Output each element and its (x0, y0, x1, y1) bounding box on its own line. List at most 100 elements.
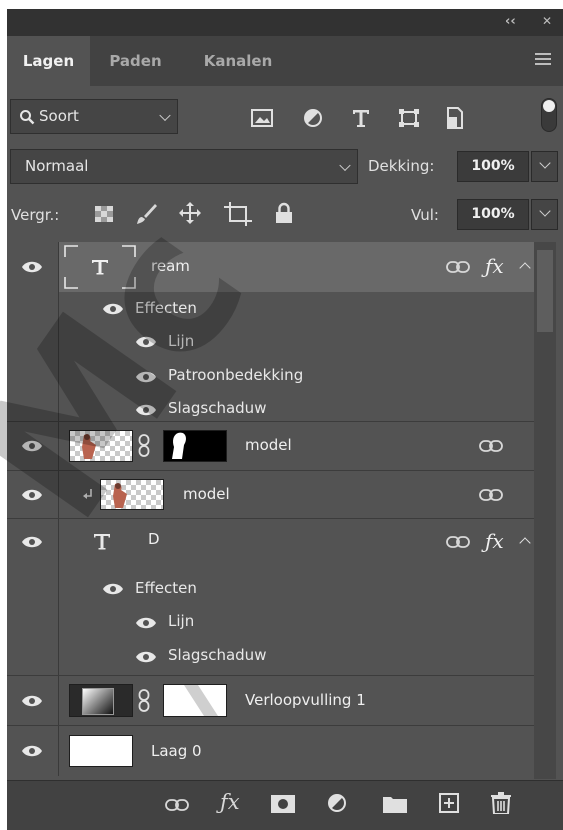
tab-kanalen[interactable]: Kanalen (181, 36, 295, 86)
visibility-toggle[interactable] (7, 726, 59, 776)
eye-icon[interactable] (135, 403, 157, 417)
new-adjustment-icon[interactable] (327, 793, 349, 815)
opacity-dropdown-button[interactable] (531, 151, 558, 182)
add-mask-icon[interactable] (271, 795, 295, 813)
mask-link-chain-icon[interactable] (138, 434, 150, 458)
clipping-mask-arrow-icon (83, 489, 92, 499)
layer-row-model-clipped[interactable]: model (7, 471, 534, 518)
fill-dropdown-button[interactable] (531, 199, 558, 230)
collapse-effects-icon[interactable] (519, 262, 531, 274)
eye-icon[interactable] (135, 616, 157, 630)
scrollbar-thumb[interactable] (537, 250, 553, 332)
effects-group-ream: Effecten Lijn Patroonbedekking Slagschad… (7, 292, 534, 421)
tab-lagen[interactable]: Lagen (7, 36, 90, 86)
layer-mask-thumbnail[interactable] (163, 684, 227, 717)
eye-icon[interactable] (21, 744, 43, 758)
tab-paden[interactable]: Paden (90, 36, 181, 86)
chevron-down-icon (539, 157, 551, 169)
fx-badge-icon[interactable]: ƒx (485, 529, 504, 553)
link-icon (479, 440, 503, 452)
panel-title-bar: ‹‹ ✕ (7, 9, 563, 36)
effects-label[interactable]: Effecten (135, 299, 197, 317)
layer-row-laag-0[interactable]: Laag 0 (7, 726, 534, 776)
layer-name[interactable]: model (183, 485, 230, 503)
effect-item[interactable]: Patroonbedekking (168, 366, 303, 384)
eye-icon[interactable] (135, 650, 157, 664)
layers-panel: ‹‹ ✕ Lagen Paden Kanalen Soort Normaal D… (7, 9, 563, 830)
link-icon (446, 261, 470, 273)
layer-name[interactable]: D (148, 530, 160, 548)
new-layer-icon[interactable] (439, 793, 459, 813)
eye-icon[interactable] (21, 535, 43, 549)
collapse-effects-icon[interactable] (519, 537, 531, 549)
lock-image-icon[interactable] (135, 203, 157, 225)
collapse-panel-button[interactable]: ‹‹ (505, 14, 516, 29)
eye-icon[interactable] (21, 260, 43, 274)
chevron-down-icon (539, 205, 551, 217)
layer-mask-thumbnail[interactable] (163, 430, 227, 462)
layer-thumbnail-image[interactable] (69, 430, 133, 462)
eye-icon[interactable] (21, 694, 43, 708)
effects-group-d: Effecten Lijn Slagschaduw (7, 565, 534, 675)
delete-layer-icon[interactable] (491, 792, 511, 814)
visibility-toggle[interactable] (7, 471, 59, 518)
layer-name[interactable]: Verloopvulling 1 (245, 691, 366, 709)
layer-name[interactable]: ream (151, 257, 190, 275)
filter-kind-dropdown[interactable]: Soort (10, 99, 178, 134)
effect-item[interactable]: Lijn (168, 612, 194, 630)
gradient-fill-thumbnail[interactable] (69, 684, 133, 717)
layer-thumbnail-image[interactable] (100, 479, 164, 510)
panel-menu-icon[interactable] (535, 53, 551, 68)
filter-toggle-switch[interactable] (541, 98, 557, 132)
shape-filter-icon[interactable] (398, 108, 420, 128)
lock-position-icon[interactable] (178, 201, 202, 225)
lock-label: Vergr.: (11, 206, 60, 224)
layer-name[interactable]: Laag 0 (151, 742, 202, 760)
layer-thumbnail-image[interactable] (69, 735, 133, 767)
fx-badge-icon[interactable]: ƒx (485, 254, 504, 278)
image-filter-icon[interactable] (251, 109, 273, 127)
layer-row-gradient-fill[interactable]: Verloopvulling 1 (7, 676, 534, 725)
effect-item[interactable]: Slagschaduw (168, 646, 266, 664)
opacity-input[interactable]: 100% (457, 151, 529, 182)
text-layer-thumbnail-icon (64, 245, 136, 289)
eye-icon[interactable] (21, 439, 43, 453)
eye-icon[interactable] (135, 335, 157, 349)
type-filter-icon[interactable] (351, 108, 371, 128)
eye-icon[interactable] (135, 370, 157, 384)
filter-kind-label: Soort (39, 107, 79, 125)
blend-mode-dropdown[interactable]: Normaal (10, 149, 358, 184)
effect-item[interactable]: Slagschaduw (168, 399, 266, 417)
eye-icon[interactable] (21, 488, 43, 502)
layers-scrollbar[interactable] (534, 242, 556, 779)
mask-link-chain-icon[interactable] (138, 689, 150, 713)
layer-row-ream[interactable]: ream ƒx (7, 242, 534, 292)
layer-row-text-d[interactable]: D ƒx (7, 519, 534, 565)
fill-input[interactable]: 100% (457, 199, 529, 230)
text-layer-icon (94, 534, 110, 550)
toggle-knob (543, 100, 555, 112)
visibility-toggle[interactable] (7, 242, 59, 292)
visibility-toggle[interactable] (7, 422, 59, 470)
layer-name[interactable]: model (245, 436, 292, 454)
lock-transparency-icon[interactable] (95, 206, 113, 222)
opacity-label: Dekking: (368, 157, 435, 175)
mask-shape-icon (184, 685, 218, 716)
lock-artboard-icon[interactable] (224, 202, 252, 226)
visibility-toggle[interactable] (7, 676, 59, 725)
lock-all-icon[interactable] (275, 202, 293, 224)
smart-object-filter-icon[interactable] (446, 107, 464, 129)
link-layers-icon[interactable] (165, 799, 189, 811)
new-group-icon[interactable] (383, 795, 407, 813)
visibility-toggle[interactable] (7, 519, 59, 565)
close-panel-button[interactable]: ✕ (542, 14, 552, 28)
layers-list: ream ƒx Effecten Lijn Patroonbedekking S… (7, 242, 563, 782)
adjustment-filter-icon[interactable] (303, 108, 323, 128)
fill-label: Vul: (411, 206, 439, 224)
layer-row-model-masked[interactable]: model (7, 422, 534, 470)
effect-item[interactable]: Lijn (168, 332, 194, 350)
effects-label[interactable]: Effecten (135, 579, 197, 597)
eye-icon[interactable] (102, 302, 124, 316)
fx-icon[interactable]: ƒx (220, 790, 240, 814)
eye-icon[interactable] (102, 582, 124, 596)
